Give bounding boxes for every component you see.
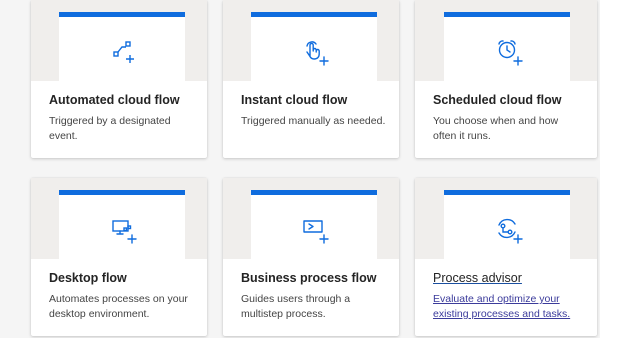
card-thumbnail-paper [251,190,377,259]
card-thumbnail-paper [251,12,377,81]
desktop-flow-icon [109,215,139,245]
card-thumbnail [31,178,207,259]
alarm-clock-icon [494,37,524,67]
card-thumbnail [31,0,207,81]
card-scheduled-cloud-flow[interactable]: Scheduled cloud flow You choose when and… [415,0,597,158]
card-thumbnail-paper [59,12,185,81]
card-thumbnail-paper [59,190,185,259]
flow-type-grid: Automated cloud flow Triggered by a desi… [0,0,629,338]
card-description[interactable]: Evaluate and optimize your existing proc… [433,292,583,322]
card-thumbnail [415,0,597,81]
card-thumbnail [415,178,597,259]
card-description: Automates processes on your desktop envi… [49,293,188,320]
card-title: Business process flow [241,271,377,285]
card-desktop-flow[interactable]: Desktop flow Automates processes on your… [31,178,207,336]
card-business-process-flow[interactable]: Business process flow Guides users throu… [223,178,399,336]
touch-hand-icon [301,37,331,67]
card-instant-cloud-flow[interactable]: Instant cloud flow Triggered manually as… [223,0,399,158]
card-process-advisor[interactable]: Process advisor Evaluate and optimize yo… [415,178,597,336]
card-thumbnail [223,0,399,81]
card-title[interactable]: Process advisor [433,271,522,285]
card-thumbnail [223,178,399,259]
card-thumbnail-paper [444,12,570,81]
card-title: Instant cloud flow [241,93,348,107]
card-title: Scheduled cloud flow [433,93,562,107]
card-description: Triggered by a designated event. [49,115,171,142]
card-automated-cloud-flow[interactable]: Automated cloud flow Triggered by a desi… [31,0,207,158]
process-advisor-icon [494,215,524,245]
page-right-margin [600,0,629,338]
card-description: Guides users through a multistep process… [241,293,351,320]
process-window-icon [301,215,331,245]
card-description: You choose when and how often it runs. [433,115,559,142]
card-description: Triggered manually as needed. [241,115,386,127]
card-title: Automated cloud flow [49,93,180,107]
card-title: Desktop flow [49,271,127,285]
automated-flow-icon [109,37,139,67]
card-thumbnail-paper [444,190,570,259]
